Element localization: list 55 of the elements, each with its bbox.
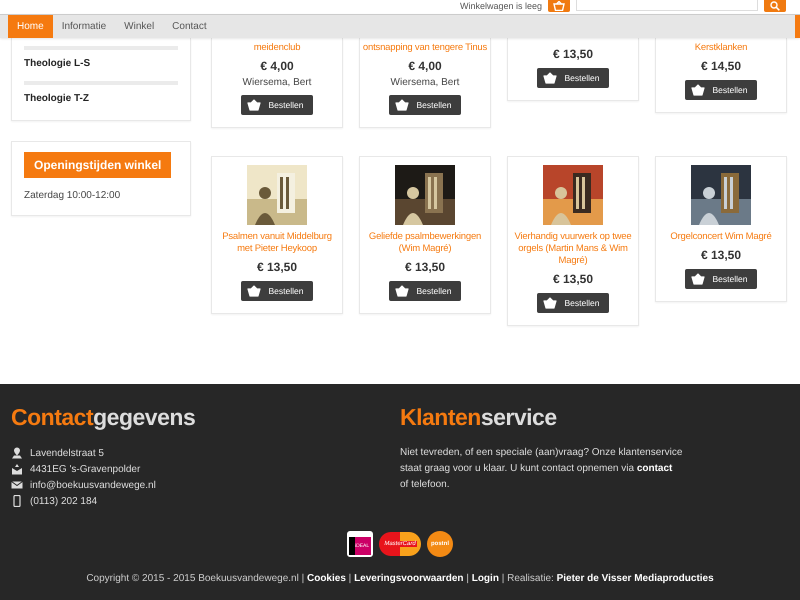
order-button[interactable]: Bestellen [388, 281, 462, 301]
nav-link[interactable]: Winkel [115, 15, 164, 38]
product-price: € 13,50 [552, 272, 594, 286]
product-price: € 13,50 [552, 47, 594, 61]
product-price: € 4,00 [408, 59, 442, 73]
opening-hours-text: Zaterdag 10:00-12:00 [24, 190, 122, 201]
opening-hours-title: Openingstijden winkel [24, 152, 172, 178]
contact-heading: Contactgegevens [11, 404, 196, 431]
footer-link[interactable]: Login [472, 573, 499, 584]
order-button[interactable]: Bestellen [536, 293, 610, 313]
phone-icon [11, 495, 23, 507]
contact-link[interactable]: contact [636, 463, 672, 474]
order-button[interactable]: Bestellen [240, 281, 314, 301]
product-price: € 13,50 [404, 260, 446, 274]
service-text: Niet tevreden, of een speciale (aan)vraag? Onze klantenservice staat graag voor u klaar. U kunt contact opnemen via contact of telefoon. [400, 446, 684, 492]
product-price: € 13,50 [700, 248, 742, 262]
basket-icon [394, 99, 409, 111]
basket-icon [690, 273, 705, 285]
nav-link[interactable]: Informatie [52, 15, 116, 38]
mailbox-icon [11, 463, 23, 475]
copyright-text: Copyright © 2015 - 2015 Boekuusvandewege.nl | Cookies | Leveringsvoorwaarden | Login | Realisatie: Pieter de Visser Mediaproducties [85, 573, 715, 584]
product-author: Wiersema, Bert [242, 77, 312, 88]
order-button[interactable]: Bestellen [536, 68, 610, 88]
basket-icon [542, 72, 557, 84]
category-link[interactable]: Theologie T-Z [24, 85, 178, 108]
footer-link[interactable]: Cookies [306, 573, 346, 584]
product-price: € 13,50 [256, 260, 298, 274]
contact-detail: Lavendelstraat 5 [30, 448, 104, 458]
search-button[interactable] [764, 0, 786, 12]
basket-icon [246, 285, 261, 297]
basket-icon [394, 285, 409, 297]
nav-link[interactable]: Contact [163, 15, 216, 38]
basket-icon [246, 99, 261, 111]
order-button[interactable]: Bestellen [388, 95, 462, 115]
cart-button[interactable] [548, 0, 570, 12]
contact-detail: 4431EG 's-Gravenpolder [30, 464, 140, 474]
footer-link[interactable]: Pieter de Visser Mediaproducties [556, 573, 714, 584]
category-link[interactable]: Theologie L-S [24, 50, 178, 73]
nav-bar-edge [795, 15, 800, 38]
envelope-icon [11, 479, 23, 491]
basket-icon [542, 297, 557, 309]
contact-detail: (0113) 202 184 [30, 496, 98, 506]
basket-icon [690, 84, 705, 96]
order-button[interactable]: Bestellen [684, 269, 758, 289]
service-heading: Klantenservice [400, 404, 558, 431]
search-field[interactable] [576, 0, 758, 11]
product-author: Wiersema, Bert [390, 77, 460, 88]
contact-detail: info@boekuusvandewege.nl [30, 480, 156, 490]
footer-link[interactable]: Leveringsvoorwaarden [354, 573, 464, 584]
order-button[interactable]: Bestellen [684, 80, 758, 100]
product-price: € 4,00 [260, 59, 294, 73]
cart-status: Winkelwagen is leeg [460, 0, 542, 12]
location-pin-icon [11, 447, 23, 459]
order-button[interactable]: Bestellen [240, 95, 314, 115]
product-price: € 14,50 [700, 59, 742, 73]
